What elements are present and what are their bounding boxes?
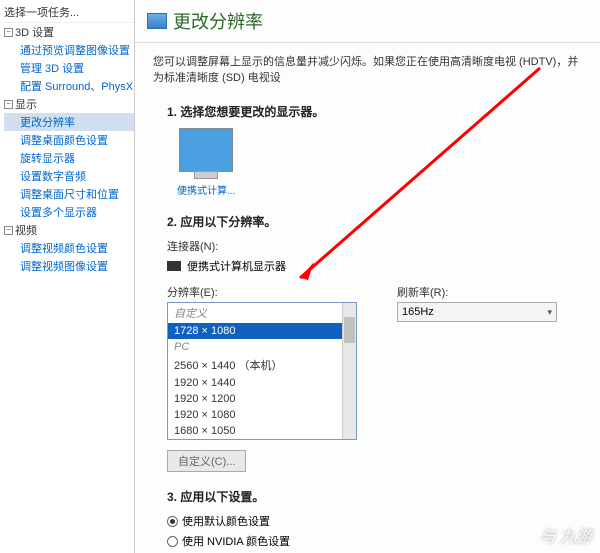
connector-icon	[167, 261, 181, 271]
title-bar: 更改分辨率	[135, 0, 600, 43]
tree-item[interactable]: 设置数字音频	[4, 167, 134, 185]
resolution-option[interactable]: 1680 × 1050	[168, 423, 356, 439]
collapse-icon[interactable]: −	[4, 226, 13, 235]
page-subtitle: 您可以调整屏幕上显示的信息量并减少闪烁。如果您正在使用高清晰度电视 (HDTV)…	[135, 43, 600, 95]
connector-label: 连接器(N):	[167, 238, 568, 254]
radio-icon[interactable]	[167, 536, 178, 547]
resolution-option[interactable]: 1920 × 1440	[168, 375, 356, 391]
radio-nvidia-color[interactable]: 使用 NVIDIA 颜色设置	[167, 533, 568, 549]
resolution-dropdown[interactable]: 自定义 1728 × 1080 PC 2560 × 1440 （本机） 1920…	[167, 302, 357, 440]
radio-icon[interactable]	[167, 516, 178, 527]
section1-header: 1. 选择您想要更改的显示器。	[167, 103, 568, 120]
scrollbar[interactable]	[342, 303, 356, 439]
connector-value: 便携式计算机显示器	[187, 258, 286, 274]
main-panel: 更改分辨率 您可以调整屏幕上显示的信息量并减少闪烁。如果您正在使用高清晰度电视 …	[135, 0, 600, 553]
watermark: 与 九游	[540, 523, 592, 547]
collapse-icon[interactable]: −	[4, 28, 13, 37]
scrollbar-thumb[interactable]	[344, 317, 355, 343]
tree-group-display[interactable]: − 显示	[4, 95, 134, 113]
tree-group-video[interactable]: − 视频	[4, 221, 134, 239]
tree-item[interactable]: 配置 Surround、PhysX	[4, 77, 134, 95]
section3-header: 3. 应用以下设置。	[167, 488, 568, 505]
resolution-label: 分辨率(E):	[167, 284, 357, 300]
radio-default-color[interactable]: 使用默认颜色设置	[167, 513, 568, 529]
dropdown-group-label: PC	[168, 339, 356, 355]
sidebar-header: 选择一项任务...	[0, 2, 134, 23]
custom-button[interactable]: 自定义(C)...	[167, 450, 246, 472]
refresh-label: 刷新率(R):	[397, 284, 557, 300]
tree-item[interactable]: 通过预览调整图像设置	[4, 41, 134, 59]
section2-header: 2. 应用以下分辨率。	[167, 213, 568, 230]
tree-item[interactable]: 旋转显示器	[4, 149, 134, 167]
monitor-icon[interactable]	[179, 128, 233, 172]
tree-item[interactable]: 调整视频颜色设置	[4, 239, 134, 257]
tree-item-change-resolution[interactable]: 更改分辨率	[4, 113, 134, 131]
tree-item[interactable]: 调整视频图像设置	[4, 257, 134, 275]
sidebar: 选择一项任务... − 3D 设置 通过预览调整图像设置 管理 3D 设置 配置…	[0, 0, 135, 553]
resolution-option[interactable]: 1920 × 1200	[168, 391, 356, 407]
dropdown-group-label: 自定义	[168, 303, 356, 323]
collapse-icon[interactable]: −	[4, 100, 13, 109]
display-icon	[147, 13, 167, 29]
page-title: 更改分辨率	[173, 8, 263, 34]
tree-item[interactable]: 调整桌面颜色设置	[4, 131, 134, 149]
tree-group-3d[interactable]: − 3D 设置	[4, 23, 134, 41]
resolution-option-selected[interactable]: 1728 × 1080	[168, 323, 356, 339]
resolution-option[interactable]: 2560 × 1440 （本机）	[168, 355, 356, 375]
tree-item[interactable]: 管理 3D 设置	[4, 59, 134, 77]
resolution-option[interactable]: 1920 × 1080	[168, 407, 356, 423]
chevron-down-icon: ▾	[547, 307, 552, 318]
monitor-label: 便携式计算...	[177, 182, 568, 197]
refresh-select[interactable]: 165Hz ▾	[397, 302, 557, 322]
tree-item[interactable]: 设置多个显示器	[4, 203, 134, 221]
tree-item[interactable]: 调整桌面尺寸和位置	[4, 185, 134, 203]
